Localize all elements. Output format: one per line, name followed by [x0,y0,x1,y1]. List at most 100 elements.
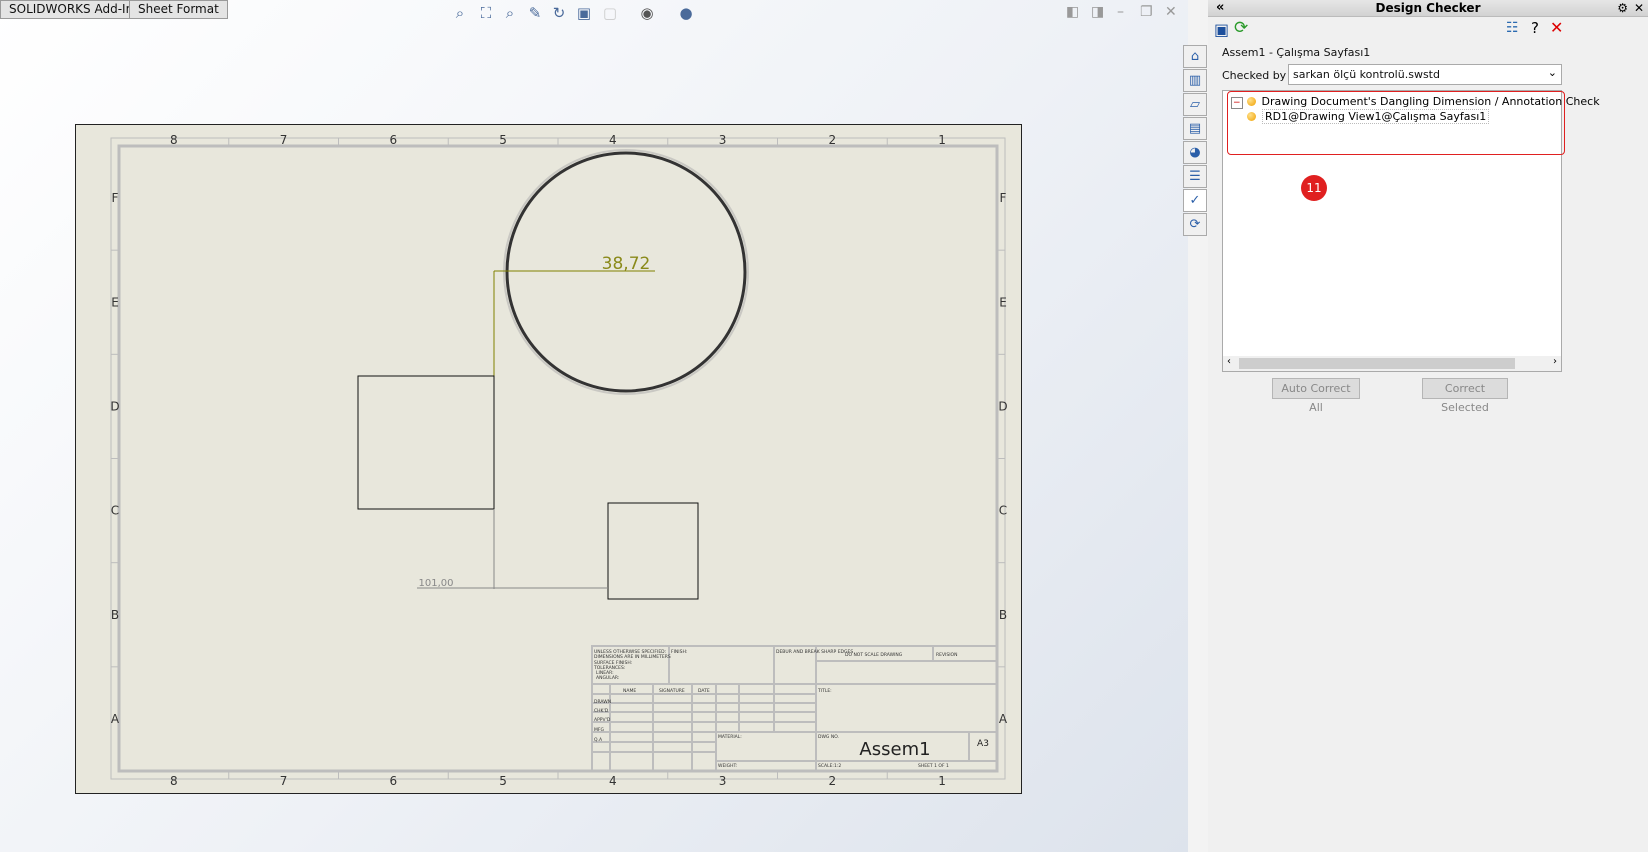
column-label: 3 [719,133,727,147]
zoom-to-area-icon[interactable]: ⛶ [476,4,496,22]
tb-title: TITLE: [817,688,832,694]
tab-sheet-format[interactable]: Sheet Format [129,0,228,19]
close-icon[interactable]: ✕ [1550,18,1563,37]
tb-drawn: DRAWN [594,699,611,705]
column-label: 5 [499,774,507,788]
correct-selected-button[interactable]: Correct Selected [1422,378,1508,414]
home-icon[interactable]: ⌂ [1183,45,1207,68]
column-label: 1 [938,133,946,147]
tb-signature: SIGNATURE [659,688,685,694]
tb-debur: DEBUR AND BREAK SHARP EDGES [776,649,853,655]
tb-dwg-name: Assem1 [859,739,930,760]
tb-scale: SCALE:1:2 [818,763,841,769]
tb-date: DATE [698,688,710,694]
design-checker-panel: « Design Checker ⚙ ✕ ▣ ⟳ ☷ ? ✕ Assem1 - … [1208,0,1648,852]
view-palette-icon[interactable]: ▤ [1183,117,1207,140]
tb-ang: ANGULAR: [596,675,619,681]
column-label: 8 [170,133,178,147]
column-label: 6 [390,133,398,147]
collapse-panel-icon[interactable]: « [1216,0,1224,16]
custom-properties-icon[interactable]: ☰ [1183,165,1207,188]
row-label: A [999,712,1008,726]
row-label: C [999,504,1007,518]
tile-right-icon[interactable]: ◨ [1091,4,1104,20]
row-label: B [999,608,1007,622]
column-label: 4 [609,133,617,147]
row-label: E [999,295,1007,309]
column-label: 5 [499,133,507,147]
design-checker-icon[interactable]: ✓ [1183,189,1207,212]
refresh-icon[interactable]: ⟳ [1234,18,1248,38]
tb-finish: FINISH: [671,649,687,655]
appearance-icon[interactable]: ● [676,4,696,22]
tile-left-icon[interactable]: ◧ [1066,4,1079,20]
column-label: 4 [609,774,617,788]
scroll-left-icon[interactable]: ‹ [1227,356,1231,367]
save-icon[interactable]: ▣ [1214,20,1229,39]
tb-material: MATERIAL: [718,734,742,740]
zoom-in-out-icon[interactable]: ⌕ [500,4,520,22]
task-pane-tabs: ⌂ ▥ ▱ ▤ ◕ ☰ ✓ ⟳ [1183,45,1207,237]
tb-dims: DIMENSIONS ARE IN MILLIMETERS [594,654,671,660]
view-setting-icon[interactable]: ◉ [637,4,657,22]
row-label: E [111,295,119,309]
row-label: B [111,608,119,622]
row-label: D [110,399,119,413]
scroll-thumb[interactable] [1239,358,1515,369]
panel-title: Design Checker [1375,1,1481,15]
close-icon[interactable]: ✕ [1165,4,1177,20]
drawing-canvas[interactable]: SOLIDWORKS Add-Ins Sheet Format ⌕ ⛶ ⌕ ✎ … [0,0,1188,852]
tb-mfg: MFG [594,727,604,733]
report-icon[interactable]: ☷ [1506,20,1519,36]
restore-icon[interactable]: ❐ [1140,4,1153,20]
results-tree[interactable]: − Drawing Document's Dangling Dimension /… [1222,90,1600,372]
previous-view-icon[interactable]: ✎ [525,4,545,22]
row-label: C [111,504,119,518]
step-badge: 11 [1301,175,1327,201]
row-label: A [111,712,120,726]
drawing-sheet[interactable]: 8 8 7 7 6 6 5 5 4 4 3 3 2 2 1 1 F F E E D D C C B B A A 38,72 101,0… [75,124,1022,794]
settings-icon[interactable]: ⚙ [1617,0,1628,16]
linear-dimension[interactable]: 101,00 [419,578,454,589]
tb-noscale: DO NOT SCALE DRAWING [845,652,903,658]
column-label: 6 [390,774,398,788]
rotate-icon[interactable]: ↻ [549,4,569,22]
tb-weight: WEIGHT: [718,763,737,769]
display-style-icon[interactable]: ▣ [574,4,594,22]
tb-appvd: APPV'D [594,717,611,723]
column-label: 3 [719,774,727,788]
zoom-to-fit-icon[interactable]: ⌕ [450,4,470,22]
checked-by-dropdown[interactable]: sarkan ölçü kontrolü.swstd ⌄ [1288,64,1562,85]
row-label: F [1000,191,1007,205]
tab-solidworks-add-ins[interactable]: SOLIDWORKS Add-Ins [0,0,149,19]
scroll-right-icon[interactable]: › [1553,356,1557,367]
appearances-icon[interactable]: ◕ [1183,141,1207,164]
tb-sheet: SHEET 1 OF 1 [918,763,949,769]
pin-icon[interactable]: ✕ [1634,0,1644,16]
hide-show-icon[interactable]: ▢ [600,4,620,22]
row-label: F [112,191,119,205]
minimize-icon[interactable]: – [1117,4,1124,20]
document-name: Assem1 - Çalışma Sayfası1 [1222,46,1371,59]
help-icon[interactable]: ? [1531,19,1539,37]
column-label: 7 [280,774,288,788]
horizontal-scrollbar[interactable]: ‹ › [1223,356,1561,371]
column-label: 8 [170,774,178,788]
tb-chkd: CHK'D [594,708,609,714]
checked-by-label: Checked by : [1222,69,1294,82]
tb-revision: REVISION [936,652,957,658]
row-label: D [998,399,1007,413]
diameter-dimension[interactable]: 38,72 [602,254,651,274]
tb-dwgno: DWG NO. [818,734,839,740]
tb-size: A3 [977,739,989,749]
column-label: 2 [829,774,837,788]
design-library-icon[interactable]: ▥ [1183,69,1207,92]
tb-name: NAME [623,688,636,694]
highlight-box [1227,91,1565,155]
column-label: 7 [280,133,288,147]
auto-correct-all-button[interactable]: Auto Correct All [1272,378,1360,414]
file-explorer-icon[interactable]: ▱ [1183,93,1207,116]
column-label: 2 [829,133,837,147]
checked-by-value: sarkan ölçü kontrolü.swstd [1293,68,1440,81]
solidworks-forum-icon[interactable]: ⟳ [1183,213,1207,236]
